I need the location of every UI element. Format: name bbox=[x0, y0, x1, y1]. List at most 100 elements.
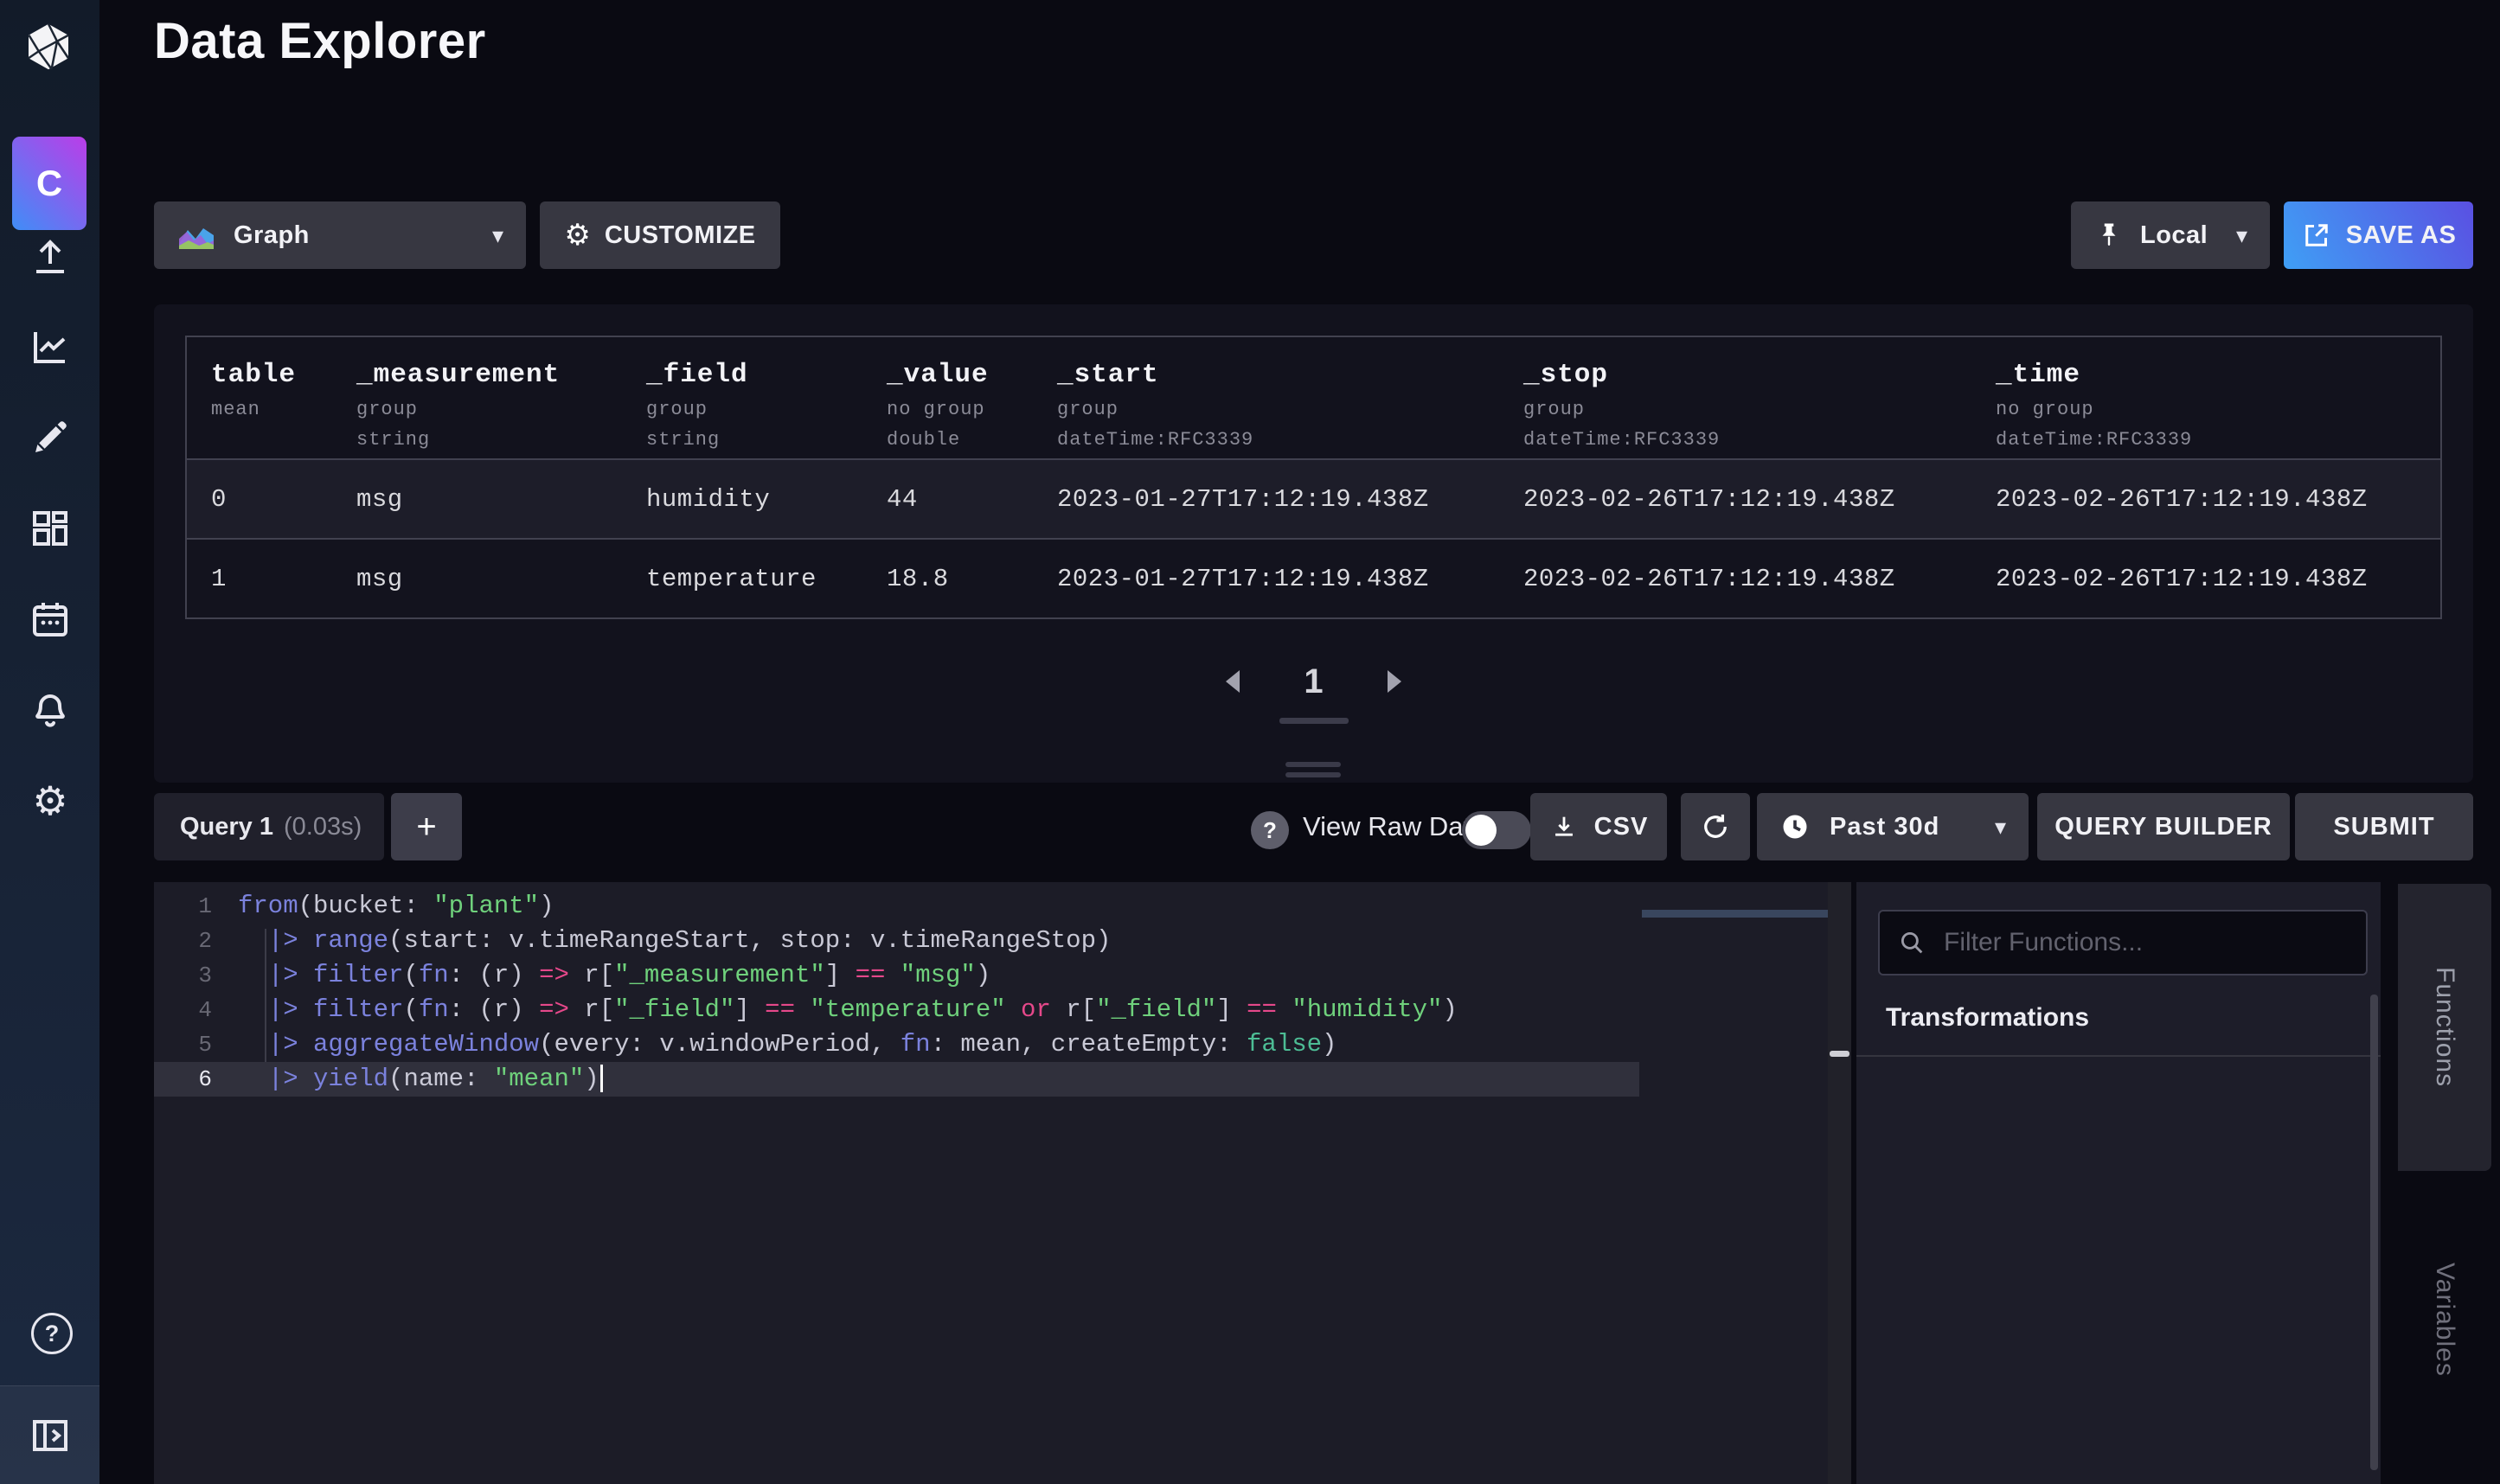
submit-label: SUBMIT bbox=[2333, 813, 2434, 841]
code-line[interactable]: 1from(bucket: "plant") bbox=[154, 889, 1639, 924]
area-chart-icon bbox=[176, 218, 216, 253]
submit-button[interactable]: SUBMIT bbox=[2295, 793, 2473, 860]
view-raw-toggle[interactable] bbox=[1462, 811, 1531, 849]
chevron-down-icon: ▾ bbox=[492, 222, 503, 249]
nav-settings-icon[interactable]: ⚙ bbox=[29, 780, 71, 822]
csv-label: CSV bbox=[1594, 813, 1649, 841]
query-tab[interactable]: Query 1 (0.03s) bbox=[154, 793, 384, 860]
minimap-active-line bbox=[1642, 910, 1828, 918]
nav-tasks-icon[interactable] bbox=[29, 598, 71, 640]
flux-code-editor[interactable]: 1from(bucket: "plant")2 |> range(start: … bbox=[154, 882, 1828, 1484]
csv-download-button[interactable]: CSV bbox=[1530, 793, 1667, 860]
code-text: from(bucket: "plant") bbox=[212, 889, 554, 924]
pagination: 1 bbox=[154, 657, 2473, 706]
time-range-dropdown[interactable]: Past 30d ▾ bbox=[1757, 793, 2029, 860]
query-duration: (0.03s) bbox=[284, 813, 362, 841]
nav-graphs-icon[interactable] bbox=[29, 326, 71, 368]
table-cell: msg bbox=[332, 540, 622, 617]
org-avatar[interactable]: C bbox=[12, 137, 87, 230]
filter-functions-input[interactable] bbox=[1942, 927, 2349, 958]
code-line[interactable]: 5 |> aggregateWindow(every: v.windowPeri… bbox=[154, 1027, 1639, 1062]
table-cell: 2023-02-26T17:12:19.438Z bbox=[1971, 460, 2440, 538]
toggle-knob bbox=[1465, 815, 1497, 846]
gear-icon: ⚙ bbox=[564, 218, 590, 253]
customize-button[interactable]: ⚙ CUSTOMIZE bbox=[540, 201, 780, 269]
help-icon[interactable]: ? bbox=[31, 1313, 73, 1354]
table-cell: msg bbox=[332, 460, 622, 538]
raw-data-help-icon[interactable]: ? bbox=[1251, 811, 1289, 849]
code-line[interactable]: 6 |> yield(name: "mean") bbox=[154, 1062, 1639, 1097]
query-tab-label: Query 1 bbox=[180, 813, 273, 841]
next-page-icon[interactable] bbox=[1388, 670, 1401, 693]
code-line[interactable]: 2 |> range(start: v.timeRangeStart, stop… bbox=[154, 924, 1639, 958]
table-header-row: tablemean_measurementgroupstring_fieldgr… bbox=[187, 337, 2440, 458]
table-cell: 2023-01-27T17:12:19.438Z bbox=[1033, 460, 1499, 538]
refresh-button[interactable] bbox=[1681, 793, 1750, 860]
table-cell: 44 bbox=[862, 460, 1033, 538]
page-title: Data Explorer bbox=[154, 12, 486, 70]
customize-label: CUSTOMIZE bbox=[605, 221, 756, 250]
nav-alerts-icon[interactable] bbox=[29, 689, 71, 731]
view-type-dropdown[interactable]: Graph ▾ bbox=[154, 201, 526, 269]
table-cell: humidity bbox=[622, 460, 862, 538]
line-number: 2 bbox=[154, 924, 212, 958]
influxdb-logo-icon[interactable] bbox=[22, 21, 74, 73]
raw-data-panel: tablemean_measurementgroupstring_fieldgr… bbox=[154, 304, 2473, 783]
nav-data-explorer-icon[interactable] bbox=[29, 417, 71, 458]
table-cell: 0 bbox=[187, 460, 332, 538]
code-line[interactable]: 4 |> filter(fn: (r) => r["_field"] == "t… bbox=[154, 993, 1639, 1027]
line-number: 5 bbox=[154, 1027, 212, 1062]
download-icon bbox=[1549, 812, 1579, 841]
view-type-label: Graph bbox=[234, 221, 310, 250]
table-cell: 2023-02-26T17:12:19.438Z bbox=[1971, 540, 2440, 617]
table-body: 0msghumidity442023-01-27T17:12:19.438Z20… bbox=[187, 458, 2440, 617]
editor-panel-divider[interactable] bbox=[1828, 882, 1851, 1484]
raw-data-table: tablemean_measurementgroupstring_fieldgr… bbox=[185, 336, 2442, 619]
save-as-button[interactable]: SAVE AS bbox=[2284, 201, 2473, 269]
add-query-button[interactable]: + bbox=[391, 793, 462, 860]
code-text: |> range(start: v.timeRangeStart, stop: … bbox=[212, 924, 1111, 958]
tab-functions[interactable]: Functions bbox=[2398, 884, 2491, 1171]
table-row: 0msghumidity442023-01-27T17:12:19.438Z20… bbox=[187, 458, 2440, 538]
filter-functions-box[interactable] bbox=[1878, 910, 2368, 975]
line-number: 6 bbox=[154, 1062, 212, 1097]
code-line[interactable]: 3 |> filter(fn: (r) => r["_measurement"]… bbox=[154, 958, 1639, 993]
category-heading: Transformations bbox=[1886, 1003, 2089, 1033]
tab-variables[interactable]: Variables bbox=[2398, 1176, 2491, 1463]
panel-resize-handle[interactable] bbox=[1285, 762, 1341, 783]
column-header: _startgroupdateTime:RFC3339 bbox=[1033, 337, 1499, 458]
table-cell: 1 bbox=[187, 540, 332, 617]
code-text: |> filter(fn: (r) => r["_measurement"] =… bbox=[212, 958, 990, 993]
export-icon bbox=[2301, 220, 2332, 251]
table-cell: 2023-02-26T17:12:19.438Z bbox=[1499, 460, 1971, 538]
code-text: |> aggregateWindow(every: v.windowPeriod… bbox=[212, 1027, 1337, 1062]
time-range-label: Past 30d bbox=[1830, 813, 1939, 841]
save-as-label: SAVE AS bbox=[2346, 221, 2457, 250]
scope-dropdown[interactable]: Local ▾ bbox=[2071, 201, 2270, 269]
scope-label: Local bbox=[2140, 221, 2208, 250]
view-raw-data-label: View Raw Data bbox=[1303, 793, 1485, 860]
sidebar-footer bbox=[0, 1385, 99, 1484]
expand-nav-icon[interactable] bbox=[29, 1415, 71, 1456]
functions-scrollbar[interactable] bbox=[2370, 995, 2378, 1470]
line-number: 3 bbox=[154, 958, 212, 993]
table-cell: 2023-02-26T17:12:19.438Z bbox=[1499, 540, 1971, 617]
table-row: 1msgtemperature18.82023-01-27T17:12:19.4… bbox=[187, 538, 2440, 617]
table-cell: 18.8 bbox=[862, 540, 1033, 617]
query-builder-label: QUERY BUILDER bbox=[2054, 813, 2272, 841]
search-icon bbox=[1897, 928, 1926, 957]
text-cursor bbox=[600, 1065, 603, 1092]
column-header: _timeno groupdateTime:RFC3339 bbox=[1971, 337, 2440, 458]
column-header: _valueno groupdouble bbox=[862, 337, 1033, 458]
chevron-down-icon: ▾ bbox=[2236, 222, 2247, 249]
table-cell: temperature bbox=[622, 540, 862, 617]
table-cell: 2023-01-27T17:12:19.438Z bbox=[1033, 540, 1499, 617]
nav-upload-icon[interactable] bbox=[29, 235, 71, 277]
table-horizontal-scrollbar[interactable] bbox=[1279, 718, 1349, 724]
previous-page-icon[interactable] bbox=[1226, 670, 1240, 693]
line-number: 1 bbox=[154, 889, 212, 924]
nav-dashboards-icon[interactable] bbox=[29, 508, 71, 549]
refresh-icon bbox=[1700, 811, 1731, 842]
column-header: _fieldgroupstring bbox=[622, 337, 862, 458]
query-builder-button[interactable]: QUERY BUILDER bbox=[2037, 793, 2290, 860]
